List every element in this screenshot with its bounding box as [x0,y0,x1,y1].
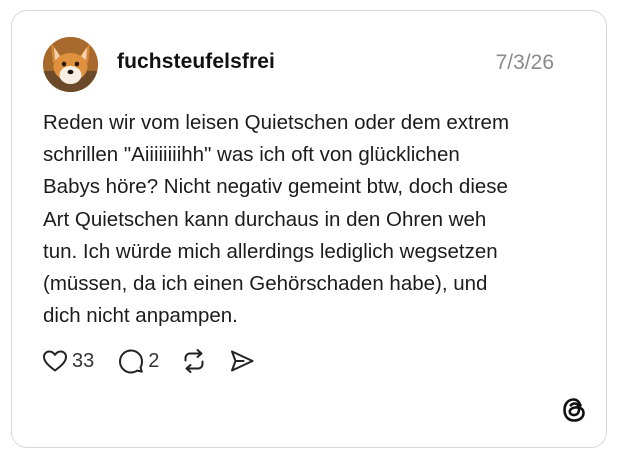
heart-icon [43,350,67,372]
post-text-line: tun. Ich würde mich allerdings lediglich… [43,239,498,263]
post-card: fuchsteufelsfrei 7/3/26 Reden wir vom le… [11,10,607,448]
post-actions: 33 2 [42,347,255,375]
post-text-line: (müssen, da ich einen Gehörschaden habe)… [43,272,488,296]
like-button[interactable]: 33 [42,349,94,373]
post-text-line: Babys höre? Nicht negativ gemeint btw, d… [43,175,508,199]
repost-button[interactable] [181,348,207,374]
reply-button[interactable]: 2 [118,348,159,374]
username[interactable]: fuchsteufelsfrei [117,50,275,74]
fox-avatar-icon [43,37,98,92]
repost-icon [184,349,204,373]
send-icon [231,350,254,372]
post-text: Reden wir vom leisen Quietschen oder dem… [43,107,583,332]
post-text-line: schrillen "Aiiiiiiiihh" was ich oft von … [43,143,460,167]
reply-count: 2 [148,349,160,372]
threads-logo-icon [563,398,585,422]
comment-icon [119,349,144,374]
like-count: 33 [72,349,95,372]
user-avatar[interactable] [43,37,98,92]
post-text-line: Art Quietschen kann durchaus in den Ohre… [43,207,487,231]
post-date: 7/3/26 [495,51,554,74]
post-text-line: dich nicht anpampen. [43,304,238,328]
post-text-line: Reden wir vom leisen Quietschen oder dem… [43,111,510,134]
share-button[interactable] [229,348,255,374]
